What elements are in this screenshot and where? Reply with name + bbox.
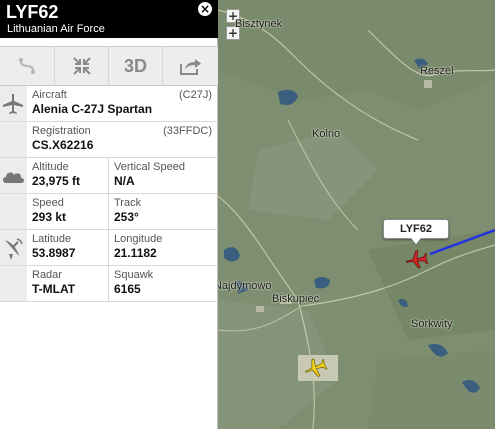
place-label-reszel: Reszel [420,65,454,77]
compress-arrows-icon [72,57,91,75]
latitude-label: Latitude [32,233,72,245]
aircraft-value: Alenia C-27J Spartan [32,102,153,116]
registration-row: Registration CS.X62216 (33FFDC) [0,122,218,158]
place-label-sorkwity: Sorkwity [411,318,453,330]
longitude-label: Longitude [114,233,163,245]
longitude-value: 21.1182 [114,246,157,260]
share-button[interactable] [162,47,216,85]
position-row: Latitude 53.8987 Longitude 21.1182 [0,230,218,266]
share-arrow-icon [179,59,201,75]
vertical-speed-label: Vertical Speed [114,161,185,173]
fit-view-button[interactable] [54,47,108,85]
selected-aircraft-icon[interactable] [404,247,428,271]
squawk-label: Squawk [114,269,154,281]
place-label-kolno: Kolno [312,128,341,140]
place-label-bisztynek: Bisztynek [235,18,283,30]
panel-toolbar: 3D [0,46,218,86]
flight-header: LYF62 Lithuanian Air Force × [0,0,218,38]
altitude-label: Altitude [32,161,69,173]
radar-dish-icon [5,238,23,260]
airline-name: Lithuanian Air Force [7,23,105,35]
radar-row: Radar T-MLAT Squawk 6165 [0,266,218,302]
mode-s-code: (33FFDC) [163,125,212,137]
speed-value: 293 kt [32,210,67,224]
track-label: Track [114,197,142,209]
flight-info-panel: LYF62 Lithuanian Air Force × 3D Aircraft… [0,0,218,429]
view-3d-button[interactable]: 3D [108,47,162,85]
speed-row: Speed 293 kt Track 253° [0,194,218,230]
flight-map[interactable]: + + Bisztynek Reszel Kolno Najdymowo Bis… [218,0,495,429]
squawk-value: 6165 [114,282,141,296]
altitude-value: 23,975 ft [32,174,81,188]
other-aircraft-icon[interactable] [302,356,328,380]
radar-value: T-MLAT [32,282,76,296]
route-icon [19,58,35,74]
latitude-value: 53.8987 [32,246,76,260]
vertical-speed-value: N/A [114,174,135,188]
speed-label: Speed [32,197,64,209]
flight-callsign: LYF62 [6,2,59,22]
place-label-najdymowo: Najdymowo [218,280,272,292]
aircraft-type-code: (C27J) [178,89,212,101]
flight-callout-label[interactable]: LYF62 [383,219,449,244]
route-button[interactable] [0,47,54,85]
registration-value: CS.X62216 [32,138,94,152]
airplane-icon [3,94,23,114]
altitude-row: Altitude 23,975 ft Vertical Speed N/A [0,158,218,194]
aircraft-row: Aircraft Alenia C-27J Spartan (C27J) [0,86,218,122]
cloud-icon [3,172,24,183]
track-value: 253° [114,210,139,224]
radar-label: Radar [32,269,62,281]
close-icon[interactable]: × [196,0,214,18]
place-label-biskupiec: Biskupiec [272,293,320,305]
